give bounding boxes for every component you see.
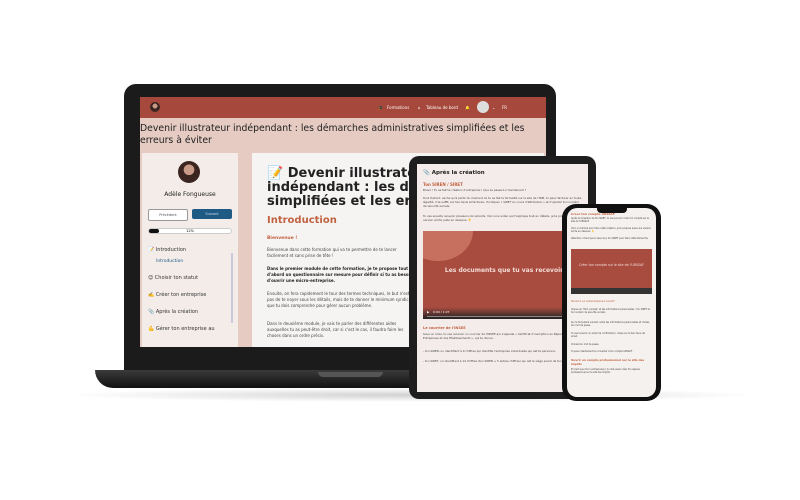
subheading: Ton SIREN / SIRET: [423, 182, 463, 187]
paragraph: Dans le premier module de cette formatio…: [267, 266, 413, 283]
play-icon[interactable]: ▶: [427, 310, 429, 314]
paragraph: Clique sur "Mon compte" et tes informati…: [571, 308, 650, 314]
nav-dashboard[interactable]: Tableau de bord: [426, 105, 458, 110]
logo-avatar[interactable]: [150, 102, 160, 112]
video-decoration: [423, 231, 473, 261]
bell-icon[interactable]: 🔔: [465, 105, 470, 110]
video-controls[interactable]: [571, 288, 652, 294]
paragraph: Sous un mois, tu vas recevoir un courrie…: [423, 332, 575, 340]
phone-video-player[interactable]: Créer ton compte sur le site de l'URSSAF: [571, 249, 652, 294]
subheading: Le courrier de l'INSEE: [423, 326, 466, 330]
user-name: Adèle Fongueuse: [164, 191, 216, 198]
previous-button[interactable]: Précédent: [148, 209, 188, 221]
paragraph: Sur le formulaire suivant, entre tes inf…: [571, 321, 650, 327]
paragraph: Ensuite, on fera rapidement le tour des …: [267, 291, 413, 308]
module-introduction[interactable]: 📝 Introduction: [148, 247, 186, 253]
laptop-notch: [318, 372, 383, 377]
progress-bar: 12%: [148, 228, 232, 234]
video-seek-bar[interactable]: [427, 316, 577, 317]
paragraph: Tu peux maintenant te connecter à ton co…: [571, 350, 633, 353]
paragraph: Après la réception de ton SIRET, tu vas …: [571, 217, 649, 223]
user-photo: [178, 161, 200, 183]
module-choisir-statut[interactable]: 😊 Choisir ton statut: [148, 275, 198, 281]
phone-notch: [597, 208, 627, 213]
top-navbar: 🎓 Formations ⌂ Tableau de bord 🔔 ⌄ FR: [140, 97, 546, 118]
paragraph: Tu vas ensuite recevoir plusieurs docume…: [423, 214, 581, 222]
paragraph: Tout d'abord, sache qu'à partir du momen…: [423, 196, 582, 208]
home-icon: ⌂: [418, 105, 421, 110]
nav-formations[interactable]: Formations: [387, 105, 409, 110]
paragraph: Bienvenue dans cette formation qui va te…: [267, 247, 397, 258]
paragraph: - ton SIREN, un identifiant à 9 chiffres…: [423, 349, 556, 353]
progress-label: 12%: [186, 229, 194, 233]
urssaf-link[interactable]: Rends-toi sur autoentrepreneur.urssaf.fr: [571, 300, 651, 303]
module-gerer-entreprise[interactable]: 💪 Gérer ton entreprise au: [148, 326, 215, 332]
phone-screen: Créer ton compte URSSAF Après la récepti…: [567, 208, 656, 397]
next-button[interactable]: Suivant: [192, 209, 232, 219]
paragraph: En tant que micro-entrepreneur, tu dois …: [571, 368, 640, 374]
paragraph: Attention, il faut que tu aies reçu ton …: [571, 237, 649, 240]
subheading: Ouvrir un compte professionnel sur le si…: [571, 358, 645, 366]
video-controls: ▶ 0:00 / 1:07: [423, 307, 585, 319]
user-avatar[interactable]: [477, 101, 489, 113]
paragraph: Bravo ! Tu as fait ta création d'entrepr…: [423, 188, 527, 192]
section-title: Introduction: [267, 215, 337, 226]
video-player[interactable]: Les documents que tu vas recevoir ▶ 0:00…: [423, 231, 585, 319]
chevron-down-icon[interactable]: ⌄: [492, 105, 495, 110]
paragraph: Voici un tutoriel pour faire cette créat…: [571, 227, 651, 233]
lesson-introduction[interactable]: Introduction: [156, 259, 183, 264]
tablet-heading: 📎 Après la création: [423, 170, 485, 176]
sidebar-scrollbar[interactable]: [231, 253, 233, 323]
module-apres-creation[interactable]: 📎 Après la création: [148, 309, 198, 315]
video-time: 0:00 / 1:07: [433, 310, 450, 314]
paragraph: Choisis ton mot de passe.: [571, 343, 600, 346]
language-selector[interactable]: FR: [502, 105, 507, 110]
module-creer-entreprise[interactable]: ✍️ Créer ton entreprise: [148, 292, 206, 298]
video-title: Les documents que tu vas recevoir: [444, 267, 564, 274]
paragraph: - ton SIRET, un identifiant à 14 chiffre…: [423, 359, 578, 363]
video-title: Créer ton compte sur le site de l'URSSAF: [578, 263, 645, 267]
paragraph: Tu vas recevoir un email de confirmation…: [571, 332, 645, 338]
paragraph: Dans le deuxième module, je vais te parl…: [267, 321, 404, 338]
welcome-text: Bienvenue !: [267, 236, 298, 241]
graduation-cap-icon: 🎓: [378, 105, 383, 110]
sidebar: Adèle Fongueuse Précédent Suivant 12% 📝 …: [142, 153, 238, 347]
course-title: Devenir illustrateur indépendant : les d…: [140, 123, 525, 146]
